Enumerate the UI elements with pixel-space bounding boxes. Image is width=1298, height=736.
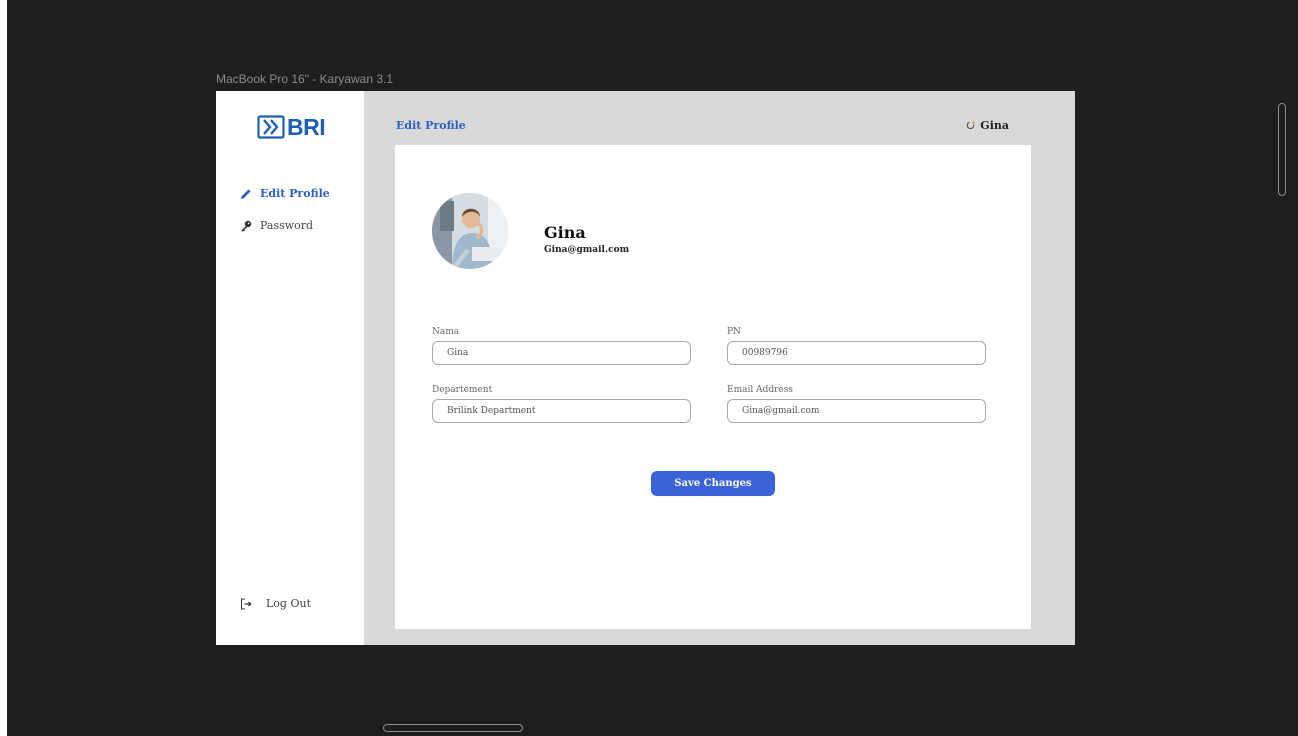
header-user-name: Gina xyxy=(980,119,1009,132)
logout-label: Log Out xyxy=(266,597,311,610)
profile-card: Gina Gina@gmail.com Nama PN Departement … xyxy=(395,145,1031,629)
vertical-scrollbar[interactable] xyxy=(1278,103,1286,196)
departement-field-group: Departement xyxy=(432,385,691,423)
logout-button[interactable]: Log Out xyxy=(240,597,311,610)
nama-label: Nama xyxy=(432,327,460,337)
pn-field-group: PN xyxy=(727,327,986,365)
logout-icon xyxy=(241,598,252,609)
profile-email: Gina@gmail.com xyxy=(544,245,630,255)
pencil-icon xyxy=(241,188,251,199)
brand-name: BRI xyxy=(287,114,326,140)
frame-title[interactable]: MacBook Pro 16" - Karyawan 3.1 xyxy=(216,72,393,86)
brand-logo[interactable]: BRI xyxy=(257,114,326,140)
sidebar-item-edit-profile[interactable]: Edit Profile xyxy=(240,187,330,200)
email-label: Email Address xyxy=(727,385,793,395)
sidebar-item-label: Password xyxy=(260,219,314,232)
sidebar-item-label: Edit Profile xyxy=(260,187,330,200)
horizontal-scrollbar[interactable] xyxy=(383,724,523,732)
departement-input[interactable] xyxy=(432,399,691,423)
avatar xyxy=(432,193,508,269)
bri-logo-icon xyxy=(257,115,285,139)
nama-field-group: Nama xyxy=(432,327,691,365)
header-user[interactable]: Gina xyxy=(966,119,1009,132)
email-field-group: Email Address xyxy=(727,385,986,423)
canvas-edge xyxy=(0,0,7,736)
page-title: Edit Profile xyxy=(396,119,466,132)
key-icon xyxy=(241,220,252,232)
nama-input[interactable] xyxy=(432,341,691,365)
pn-input[interactable] xyxy=(727,341,986,365)
save-changes-button[interactable]: Save Changes xyxy=(651,471,775,496)
pn-label: PN xyxy=(727,327,741,337)
sidebar: BRI Edit Profile Password Log Out xyxy=(216,91,364,645)
email-input[interactable] xyxy=(727,399,986,423)
profile-name: Gina xyxy=(544,223,586,242)
app-frame: BRI Edit Profile Password Log Out Edit P… xyxy=(216,91,1075,645)
design-canvas: MacBook Pro 16" - Karyawan 3.1 BRI Edit … xyxy=(0,0,1298,736)
sidebar-item-password[interactable]: Password xyxy=(240,219,313,232)
user-refresh-icon xyxy=(967,121,976,130)
avatar-photo xyxy=(432,193,508,269)
departement-label: Departement xyxy=(432,385,493,395)
